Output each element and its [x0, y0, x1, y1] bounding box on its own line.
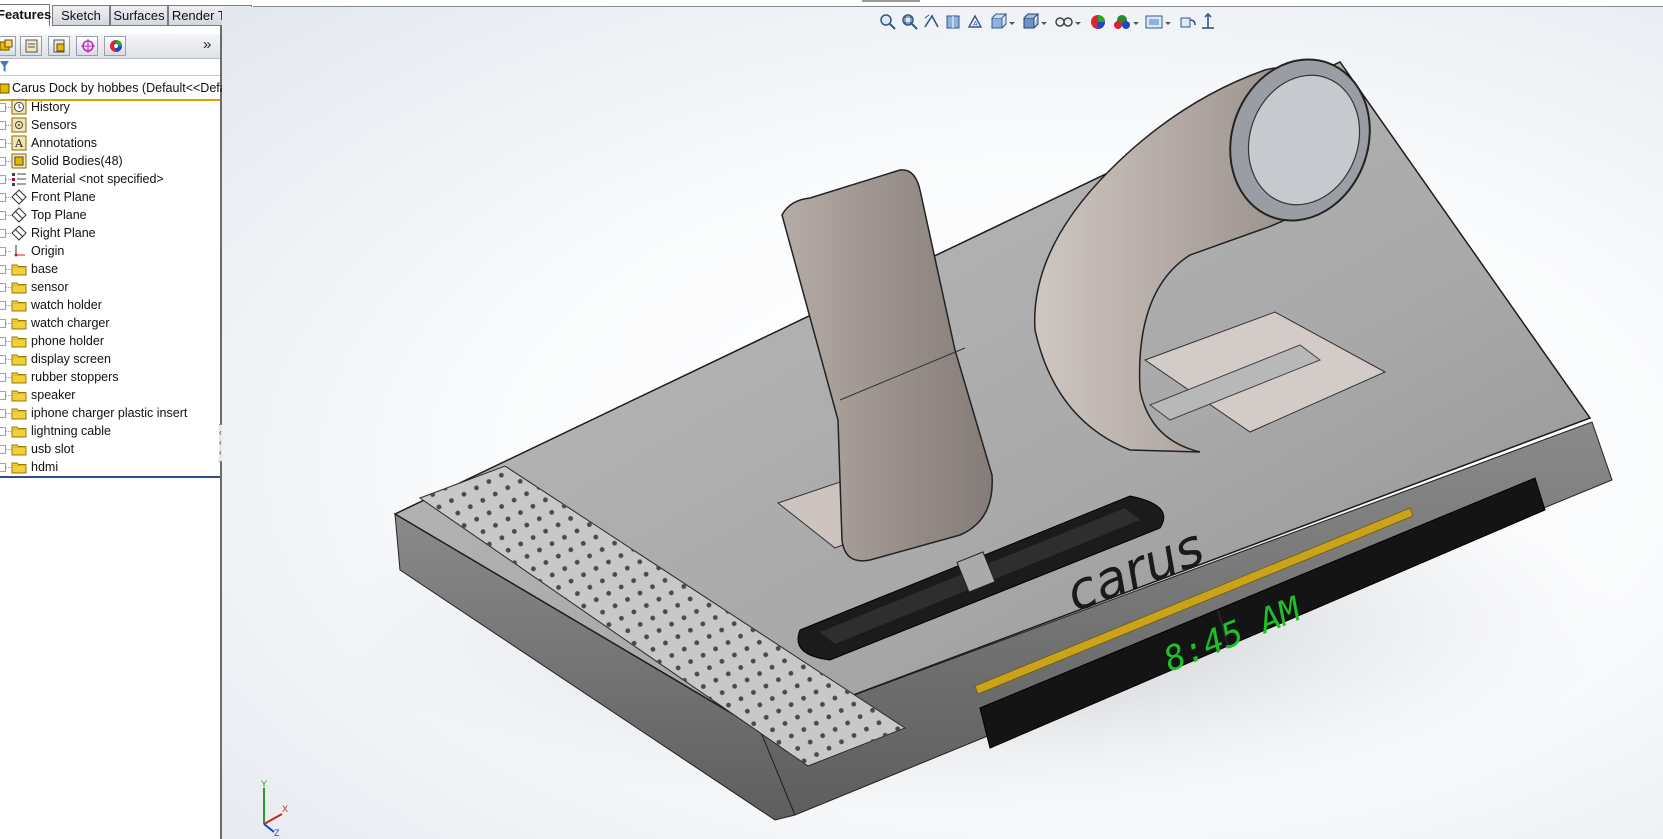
tree-end-marker	[0, 476, 220, 478]
folder-icon	[11, 333, 27, 349]
folder-icon	[11, 423, 27, 439]
tab-features[interactable]: Features	[0, 4, 51, 27]
part-icon	[0, 83, 10, 94]
folder-icon	[11, 387, 27, 403]
folder-icon	[11, 351, 27, 367]
tree-item-label: Sensors	[31, 118, 77, 132]
tree-root-label: Carus Dock by hobbes (Default<<Defau	[12, 81, 234, 95]
tree-item-origin[interactable]: Origin	[0, 242, 220, 260]
model-render[interactable]: carus 8:45 AM	[222, 7, 1663, 839]
sensors-icon	[11, 117, 27, 133]
folder-icon	[11, 315, 27, 331]
folder-icon	[11, 459, 27, 475]
tree-item-sensor[interactable]: sensor	[0, 278, 220, 296]
plane-icon	[11, 225, 27, 241]
annotations-icon: A	[11, 135, 27, 151]
tree-item-lightning-cable[interactable]: lightning cable	[0, 422, 220, 440]
panel-more-button[interactable]: »	[203, 36, 211, 53]
folder-icon	[11, 261, 27, 277]
tree-filter[interactable]	[0, 59, 220, 76]
dimxpert-manager-icon[interactable]	[76, 36, 98, 56]
panel-toolbar: »	[0, 34, 220, 59]
tree-item-label: speaker	[31, 388, 76, 402]
tree-item-label: Right Plane	[31, 226, 96, 240]
tree-item-top-plane[interactable]: Top Plane	[0, 206, 220, 224]
tree-item-label: iphone charger plastic insert	[31, 406, 188, 420]
tree-item-watch-charger[interactable]: watch charger	[0, 314, 220, 332]
tree-item-phone-holder[interactable]: phone holder	[0, 332, 220, 350]
folder-icon	[11, 279, 27, 295]
tree-item-label: Annotations	[31, 136, 98, 150]
tree-item-display-screen[interactable]: display screen	[0, 350, 220, 368]
tree-item-material-not-specified[interactable]: Material <not specified>	[0, 170, 220, 188]
tree-item-label: lightning cable	[31, 424, 111, 438]
feature-tree: History Sensors A Annotations Solid Bodies(4…	[0, 98, 220, 476]
plane-icon	[11, 207, 27, 223]
svg-text:A: A	[14, 137, 24, 150]
tab-surfaces[interactable]: Surfaces	[110, 5, 168, 26]
tree-item-label: base	[31, 262, 59, 276]
folder-icon	[11, 441, 27, 457]
tree-item-label: History	[31, 100, 70, 114]
tree-item-speaker[interactable]: speaker	[0, 386, 220, 404]
tab-sketch[interactable]: Sketch	[52, 5, 110, 26]
property-manager-icon[interactable]	[20, 36, 42, 56]
display-manager-icon[interactable]	[104, 36, 126, 56]
tree-item-label: Top Plane	[31, 208, 87, 222]
folder-icon	[11, 297, 27, 313]
triad-y-label: Y	[261, 779, 267, 789]
triad-x-label: X	[282, 804, 288, 814]
folder-icon	[11, 369, 27, 385]
tree-item-label: watch holder	[31, 298, 102, 312]
origin-icon	[11, 243, 27, 259]
tree-item-label: display screen	[31, 352, 111, 366]
tree-item-right-plane[interactable]: Right Plane	[0, 224, 220, 242]
tree-item-label: Front Plane	[31, 190, 96, 204]
tree-item-label: Solid Bodies(48)	[31, 154, 123, 168]
tree-item-label: hdmi	[31, 460, 59, 474]
filter-icon	[0, 61, 9, 72]
tree-item-label: usb slot	[31, 442, 75, 456]
tree-item-annotations[interactable]: A Annotations	[0, 134, 220, 152]
tree-item-sensors[interactable]: Sensors	[0, 116, 220, 134]
tree-item-label: sensor	[31, 280, 69, 294]
tree-item-label: rubber stoppers	[31, 370, 119, 384]
triad-z-label: Z	[274, 828, 280, 836]
history-icon	[11, 99, 27, 115]
tree-item-usb-slot[interactable]: usb slot	[0, 440, 220, 458]
solid-bodies-icon	[11, 153, 27, 169]
tree-item-base[interactable]: base	[0, 260, 220, 278]
tree-item-solid-bodies-48[interactable]: Solid Bodies(48)	[0, 152, 220, 170]
tree-item-history[interactable]: History	[0, 98, 220, 116]
tree-item-rubber-stoppers[interactable]: rubber stoppers	[0, 368, 220, 386]
tree-item-label: Origin	[31, 244, 65, 258]
coordinate-triad: Y X Z	[261, 779, 288, 836]
tree-item-hdmi[interactable]: hdmi	[0, 458, 220, 476]
window-top-marker	[862, 0, 920, 2]
tree-item-label: watch charger	[31, 316, 110, 330]
tree-item-front-plane[interactable]: Front Plane	[0, 188, 220, 206]
tree-item-label: Material <not specified>	[31, 172, 164, 186]
feature-manager-icon[interactable]	[0, 36, 16, 56]
folder-icon	[11, 405, 27, 421]
tree-item-iphone-charger-plastic-insert[interactable]: iphone charger plastic insert	[0, 404, 220, 422]
tree-item-watch-holder[interactable]: watch holder	[0, 296, 220, 314]
plane-icon	[11, 189, 27, 205]
tree-item-label: phone holder	[31, 334, 104, 348]
material-icon	[11, 171, 27, 187]
configuration-manager-icon[interactable]	[48, 36, 70, 56]
